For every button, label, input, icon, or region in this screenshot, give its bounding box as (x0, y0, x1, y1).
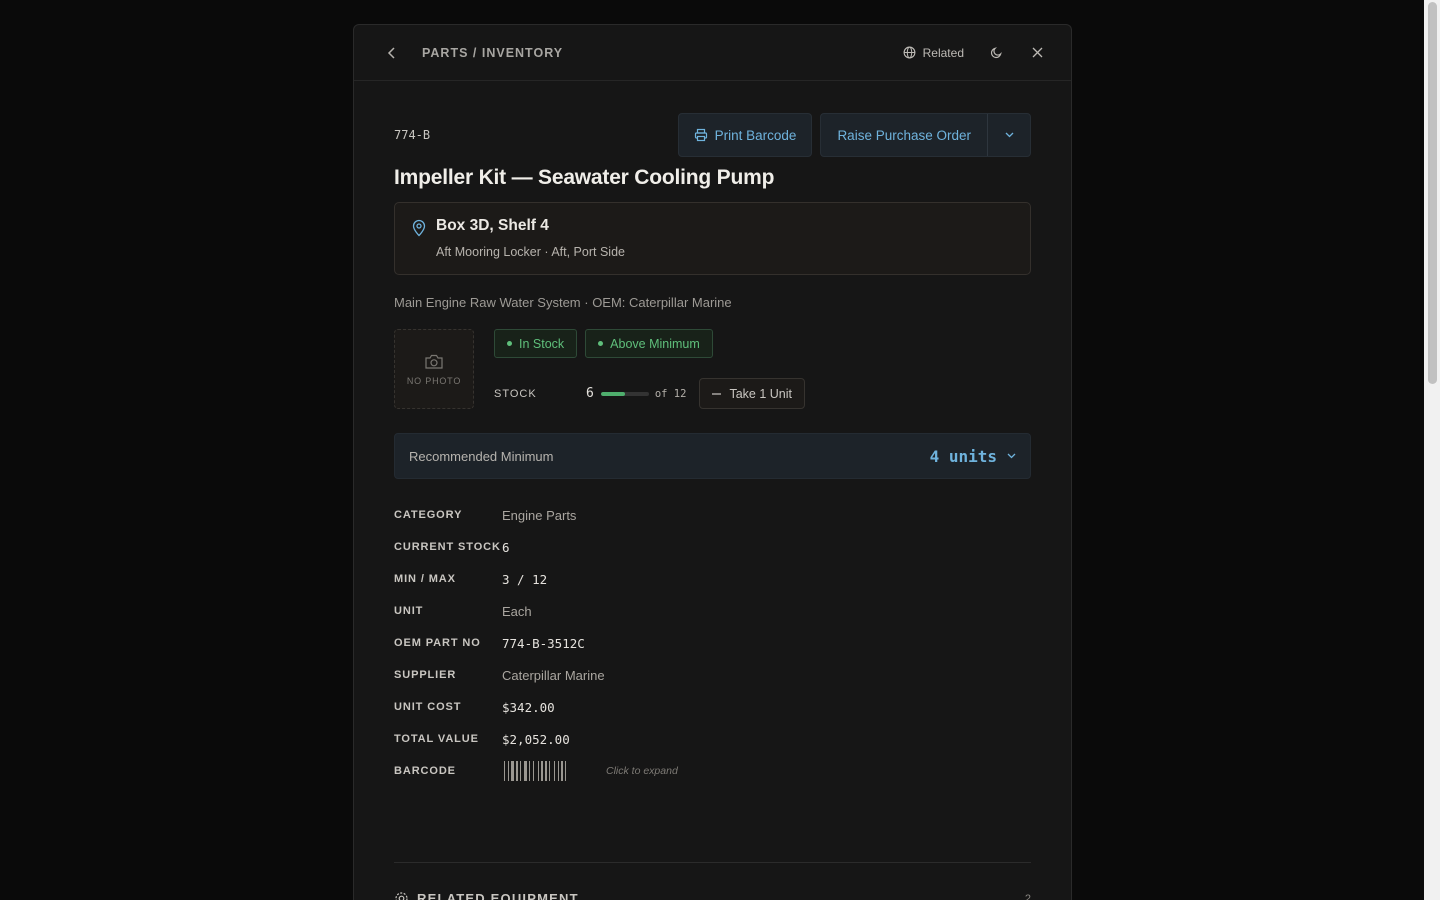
breadcrumb: PARTS / INVENTORY (422, 45, 564, 60)
chevron-down-icon (1005, 132, 1013, 138)
barcode-preview[interactable]: Click to expand (502, 760, 678, 782)
photo-placeholder[interactable]: NO PHOTO (394, 329, 474, 409)
scrollbar-thumb[interactable] (1428, 2, 1437, 384)
detail-label: CATEGORY (394, 509, 463, 521)
related-label: Related (922, 45, 964, 60)
detail-row: CATEGORY Engine Parts (394, 499, 1031, 531)
barcode-image (504, 761, 566, 781)
moon-icon (990, 47, 1002, 59)
stock-level-bar (600, 391, 649, 396)
related-equipment-count: 2 (1024, 892, 1031, 900)
close-button[interactable] (1032, 47, 1043, 58)
detail-label: UNIT COST (394, 701, 462, 713)
detail-value: 774-B-3512C (502, 635, 585, 651)
stock-current: 6 (586, 386, 594, 401)
printer-icon (694, 128, 707, 142)
location-subtitle: Aft Mooring Locker · Aft, Port Side (436, 245, 625, 259)
status-dot (598, 341, 604, 346)
badge-label: Above Minimum (610, 336, 700, 351)
detail-label: UNIT (394, 605, 424, 617)
detail-label: MIN / MAX (394, 573, 456, 585)
location-title: Box 3D, Shelf 4 (436, 217, 549, 234)
detail-label: SUPPLIER (394, 669, 457, 681)
detail-label: BARCODE (394, 765, 456, 777)
detail-value: 6 (502, 539, 510, 555)
related-equipment-title: RELATED EQUIPMENT (417, 891, 579, 900)
page-title: Impeller Kit — Seawater Cooling Pump (394, 166, 775, 189)
detail-row: SUPPLIER Caterpillar Marine (394, 659, 1031, 691)
close-icon (1032, 47, 1043, 58)
take-unit-label: Take 1 Unit (729, 386, 792, 401)
recommended-minimum-label: Recommended Minimum (409, 448, 554, 464)
detail-label: CURRENT STOCK (394, 541, 501, 553)
detail-label: OEM PART NO (394, 637, 481, 649)
section-divider (394, 862, 1031, 863)
purchase-options-dropdown[interactable] (988, 114, 1030, 156)
panel-topbar: PARTS / INVENTORY Related (354, 25, 1071, 81)
stock-max: of 12 (654, 387, 687, 400)
status-dot (507, 341, 512, 346)
part-detail-panel: PARTS / INVENTORY Related 774-B Print Ba… (353, 24, 1072, 900)
detail-value: 3 / 12 (502, 571, 548, 587)
chevron-left-icon (387, 46, 395, 59)
part-code: 774-B (394, 128, 431, 142)
print-barcode-label: Print Barcode (714, 127, 797, 143)
related-button[interactable]: Related (903, 46, 964, 60)
take-unit-button[interactable]: Take 1 Unit (699, 378, 805, 409)
detail-row: UNIT Each (394, 595, 1031, 627)
detail-value: Each (502, 603, 532, 619)
detail-row: TOTAL VALUE $2,052.00 (394, 723, 1031, 755)
purchase-order-split-button: Raise Purchase Order (820, 113, 1031, 157)
theme-toggle-button[interactable] (990, 46, 1003, 59)
detail-value: Engine Parts (502, 507, 577, 523)
detail-label: TOTAL VALUE (394, 733, 479, 745)
print-barcode-button[interactable]: Print Barcode (677, 113, 813, 157)
detail-row: OEM PART NO 774-B-3512C (394, 627, 1031, 659)
back-button[interactable] (384, 45, 400, 61)
detail-value: Caterpillar Marine (502, 667, 605, 683)
chevron-down-icon (1007, 453, 1016, 459)
no-photo-label: NO PHOTO (406, 375, 462, 386)
globe-icon (903, 46, 916, 59)
location-card: Box 3D, Shelf 4 Aft Mooring Locker · Aft… (394, 202, 1031, 275)
detail-value: $2,052.00 (502, 731, 570, 747)
recommended-minimum-row[interactable]: Recommended Minimum 4 units (394, 433, 1031, 479)
related-equipment-header[interactable]: RELATED EQUIPMENT 2 (394, 891, 1031, 900)
stock-label: STOCK (494, 387, 537, 400)
badge-label: In Stock (519, 336, 565, 351)
recommended-minimum-value: 4 units (929, 446, 997, 466)
detail-row: UNIT COST $342.00 (394, 691, 1031, 723)
raise-purchase-order-button[interactable]: Raise Purchase Order (821, 114, 988, 156)
stock-level-fill (600, 391, 625, 396)
details-list: CATEGORY Engine Parts CURRENT STOCK 6 MI… (394, 499, 1031, 787)
gear-icon (395, 892, 408, 900)
barcode-hint: Click to expand (606, 765, 678, 777)
detail-row: BARCODE Click to expand (394, 755, 1031, 787)
above-minimum-badge: Above Minimum (585, 329, 713, 358)
detail-value: $342.00 (502, 699, 555, 715)
in-stock-badge: In Stock (494, 329, 578, 358)
map-pin-icon (412, 219, 426, 237)
camera-icon (425, 354, 443, 369)
detail-row: MIN / MAX 3 / 12 (394, 563, 1031, 595)
page-scrollbar[interactable] (1424, 0, 1440, 900)
minus-icon (712, 392, 722, 395)
detail-row: CURRENT STOCK 6 (394, 531, 1031, 563)
system-line: Main Engine Raw Water System · OEM: Cate… (394, 295, 732, 310)
